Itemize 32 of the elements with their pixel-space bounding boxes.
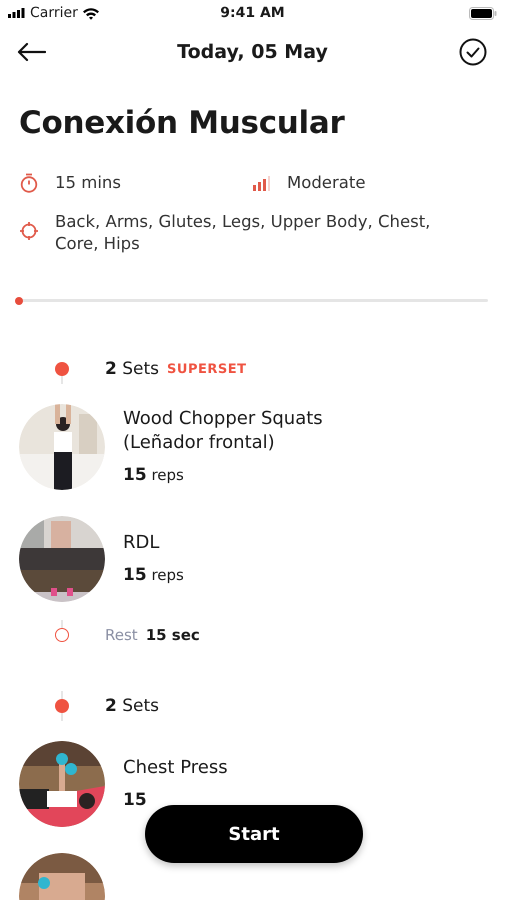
wifi-icon	[82, 6, 100, 20]
rest-label: Rest	[105, 625, 138, 646]
sets-count: 2 Sets	[105, 694, 160, 718]
rest-ring	[55, 628, 69, 642]
sets-count: 2 Sets	[105, 358, 160, 380]
carrier-name: Carrier	[30, 4, 78, 22]
superset-tag: SUPERSET	[167, 360, 246, 379]
battery-icon	[469, 6, 497, 20]
exercise-name[interactable]: Wood Chopper Squats (Leñador frontal)	[123, 406, 393, 454]
timeline-dot	[55, 362, 69, 376]
rest-duration: 15 sec	[146, 625, 200, 646]
exercise-name[interactable]: RDL	[123, 530, 184, 554]
target-areas-text: Back, Arms, Glutes, Legs, Upper Body, Chest, Core, Hips	[55, 211, 432, 256]
reps-text: 15	[123, 788, 148, 812]
duration-text: 15 mins	[55, 172, 121, 194]
back-button[interactable]	[16, 42, 46, 62]
reps-text: 15 reps	[123, 464, 185, 486]
screen-title: Today, 05 May	[177, 40, 328, 65]
reps-text: 15 reps	[123, 564, 184, 586]
intensity-bars-icon	[251, 174, 271, 191]
complete-button[interactable]	[459, 38, 487, 66]
difficulty-text: Moderate	[287, 172, 366, 194]
signal-icon	[8, 8, 26, 18]
timeline-dot	[55, 699, 69, 714]
status-time: 9:41 AM	[220, 4, 285, 22]
workout-title: Conexión Muscular	[19, 104, 346, 143]
stopwatch-icon	[19, 172, 39, 193]
exercise-name[interactable]: Chest Press	[123, 756, 228, 780]
checkmark-circle-icon	[459, 38, 487, 66]
back-arrow-icon	[16, 42, 46, 62]
target-icon	[19, 221, 39, 242]
start-button[interactable]: Start	[145, 805, 363, 863]
